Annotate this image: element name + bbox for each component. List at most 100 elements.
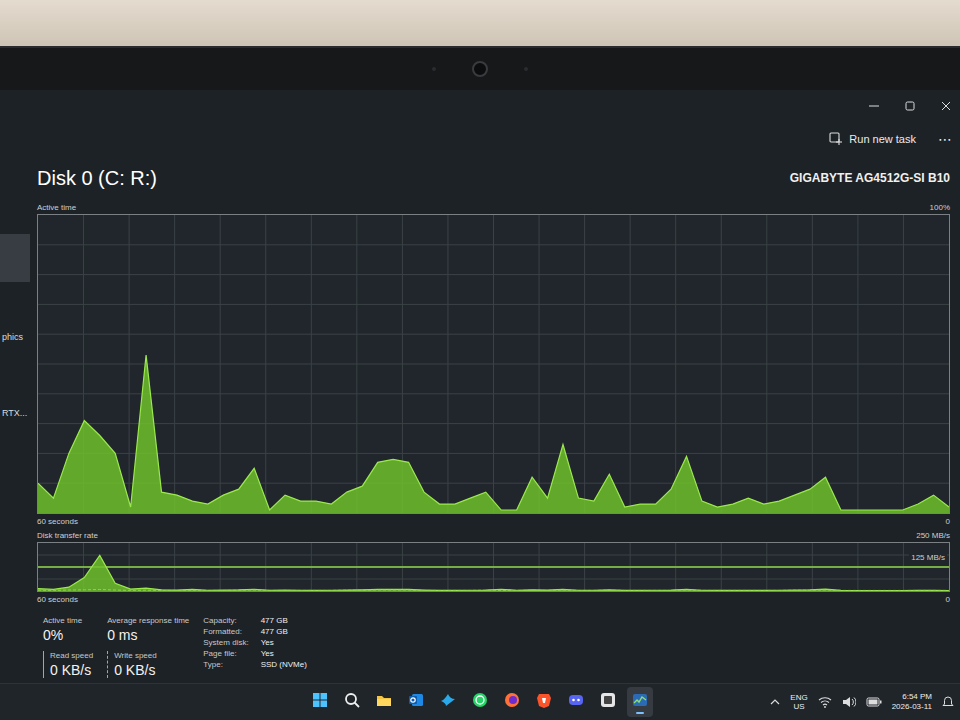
wall [0, 0, 960, 46]
taskbar-app[interactable] [563, 687, 589, 717]
chart-min: 0 [946, 595, 950, 604]
disk-model: GIGABYTE AG4512G-SI B10 [790, 171, 950, 185]
active-series [38, 355, 949, 513]
speed-stat: Read speed 0 KB/s [43, 651, 93, 678]
taskbar-app[interactable] [627, 687, 653, 717]
active-indicator [412, 712, 420, 714]
search-icon [343, 691, 361, 709]
taskbar-app[interactable] [467, 687, 493, 717]
active-indicator [316, 712, 324, 714]
more-button[interactable]: ⋯ [936, 131, 954, 147]
active-time-chart [37, 214, 950, 514]
battery-icon[interactable] [866, 696, 882, 708]
title-bar [0, 90, 960, 122]
sidebar-item[interactable]: RTX... [0, 408, 30, 420]
stat-label: Write speed [114, 651, 189, 660]
active-indicator [572, 712, 580, 714]
property-value: 477 GB [261, 616, 307, 625]
speed-stat: Write speed 0 KB/s [107, 651, 189, 678]
discord-icon [567, 691, 585, 709]
taskbar-app[interactable] [435, 687, 461, 717]
active-indicator [540, 712, 548, 714]
disk-title: Disk 0 (C: R:) [37, 167, 157, 190]
stat-value: 0 ms [107, 627, 189, 643]
stat-label: Active time [43, 616, 93, 625]
sidebar: phics RTX... [0, 156, 30, 683]
property-key: Capacity: [203, 616, 248, 625]
active-time-chart-plot [38, 215, 949, 513]
chart-axis: 60 seconds 0 [37, 514, 950, 528]
taskbar-app[interactable] [339, 687, 365, 717]
stat-value: 0 KB/s [50, 662, 93, 678]
stat-label: Average response time [107, 616, 189, 625]
run-new-task-button[interactable]: Run new task [823, 128, 922, 150]
taskbar-app[interactable] [371, 687, 397, 717]
language-indicator[interactable]: ENGUS [790, 693, 807, 711]
stat-value: 0 KB/s [114, 662, 189, 678]
read-series [38, 555, 949, 591]
property-key: Type: [203, 660, 248, 669]
chart-labels: Active time 100% [37, 200, 950, 214]
disk-header: Disk 0 (C: R:) GIGABYTE AG4512G-SI B10 [37, 156, 950, 200]
property-key: System disk: [203, 638, 248, 647]
clock[interactable]: 6:54 PM2026-03-11 [892, 692, 932, 711]
property-value: Yes [261, 649, 307, 658]
taskbar-apps [307, 687, 653, 717]
property-value: 477 GB [261, 627, 307, 636]
transfer-rate-chart: 125 MB/s [37, 542, 950, 592]
taskbar-app[interactable] [307, 687, 333, 717]
whatsapp-icon [471, 691, 489, 709]
active-indicator [636, 712, 644, 714]
outlook-icon [407, 691, 425, 709]
write-line [38, 589, 949, 591]
disk-panel: Disk 0 (C: R:) GIGABYTE AG4512G-SI B10 Act… [30, 156, 960, 683]
property-value: Yes [261, 638, 307, 647]
sidebar-item[interactable] [0, 234, 30, 282]
taskmanager-icon [631, 691, 649, 709]
chart-title: Disk transfer rate [37, 531, 98, 540]
speaker-icon[interactable] [842, 696, 856, 708]
property-key: Page file: [203, 649, 248, 658]
taskbar: ENGUS 6:54 PM2026-03-11 [0, 683, 960, 720]
notification-icon[interactable] [942, 696, 954, 708]
taskbar-app[interactable] [531, 687, 557, 717]
disk-properties: Capacity: 477 GB Formatted: 477 GB System di… [203, 616, 307, 683]
laptop-bezel [0, 46, 960, 90]
maximize-icon[interactable] [904, 100, 916, 112]
start-icon [311, 691, 329, 709]
system-tray: ENGUS 6:54 PM2026-03-11 [653, 692, 960, 711]
date: 2026-03-11 [892, 702, 932, 712]
active-indicator [476, 712, 484, 714]
taskbar-app[interactable] [499, 687, 525, 717]
wifi-icon[interactable] [818, 696, 832, 708]
chart-labels: Disk transfer rate250 MB/s [37, 528, 950, 542]
disk-stats: Active time0% Average response time 0 ms Re… [37, 606, 950, 683]
active-indicator [444, 712, 452, 714]
chart-min: 0 [946, 517, 950, 526]
webcam [472, 61, 488, 77]
messenger-icon [439, 691, 457, 709]
close-icon[interactable] [940, 100, 952, 112]
stat-label: Read speed [50, 651, 93, 660]
firefox-icon [503, 691, 521, 709]
sensor-dot [524, 67, 528, 71]
sensor-dot [432, 67, 436, 71]
task-manager-window: Run new task ⋯ phics RTX... Disk 0 (C: R:) GI… [0, 90, 960, 720]
chart-span: 60 seconds [37, 517, 78, 526]
stat-columns: Active time0% Average response time 0 ms Re… [43, 616, 189, 683]
chevron-up-icon[interactable] [770, 697, 780, 707]
minimize-icon[interactable] [868, 100, 880, 112]
taskbar-app[interactable] [403, 687, 429, 717]
active-indicator [508, 712, 516, 714]
sidebar-item[interactable]: phics [0, 332, 30, 344]
chart-max: 100% [930, 203, 950, 212]
chart-title: Active time [37, 203, 76, 212]
stat: Active time0% [43, 616, 93, 643]
property-key: Formatted: [203, 627, 248, 636]
stat: Average response time 0 ms [107, 616, 189, 643]
time: 6:54 PM [902, 692, 932, 702]
active-indicator [604, 712, 612, 714]
active-indicator [348, 712, 356, 714]
run-task-icon [829, 132, 843, 146]
taskbar-app[interactable] [595, 687, 621, 717]
